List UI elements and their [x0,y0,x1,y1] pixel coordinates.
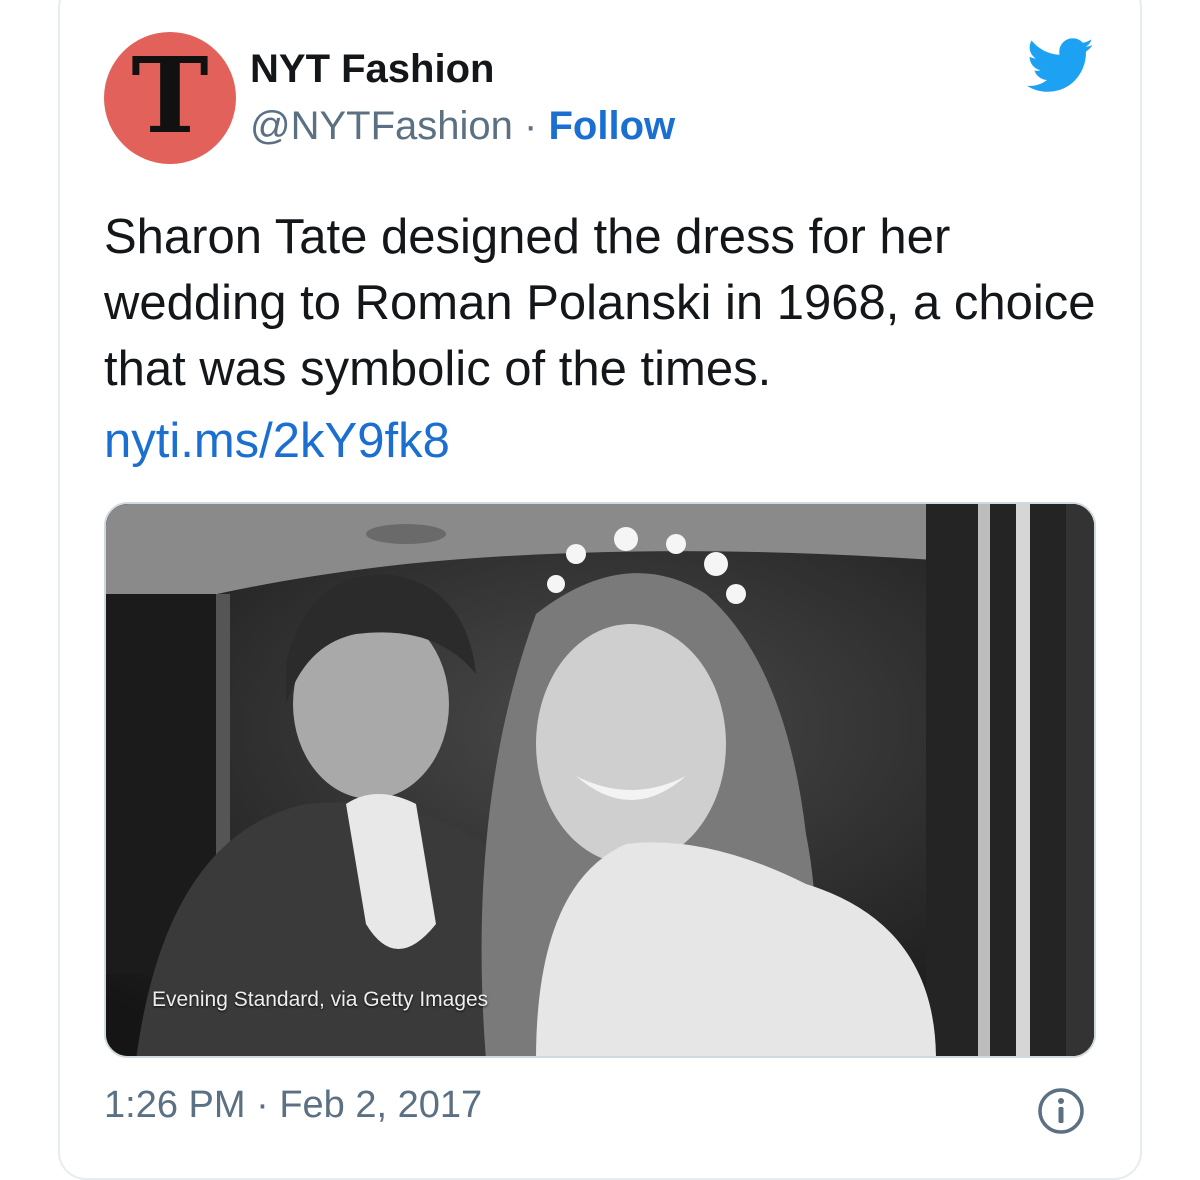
display-name[interactable]: NYT Fashion [250,47,494,92]
tweet-photo[interactable]: Evening Standard, via Getty Images [104,502,1096,1058]
tweet-timestamp[interactable]: 1:26 PM · Feb 2, 2017 [104,1084,482,1127]
tweet-date: Feb 2, 2017 [279,1084,483,1126]
photo-image [106,504,1094,1056]
tweet-time: 1:26 PM [104,1084,246,1126]
timestamp-separator: · [256,1084,269,1126]
twitter-bird-icon[interactable] [1027,38,1095,94]
avatar[interactable]: T [104,32,236,164]
handle-row: @NYTFashion · Follow [250,104,675,149]
tweet-text: Sharon Tate designed the dress for her w… [104,210,1096,396]
tweet-link[interactable]: nyti.ms/2kY9fk8 [104,408,450,474]
photo-caption: Evening Standard, via Getty Images [152,988,489,1011]
avatar-logo: T [131,34,209,157]
info-icon[interactable] [1036,1086,1086,1136]
handle[interactable]: @NYTFashion [250,104,513,148]
follow-button[interactable]: Follow [549,104,676,148]
handle-separator: · [524,104,538,148]
